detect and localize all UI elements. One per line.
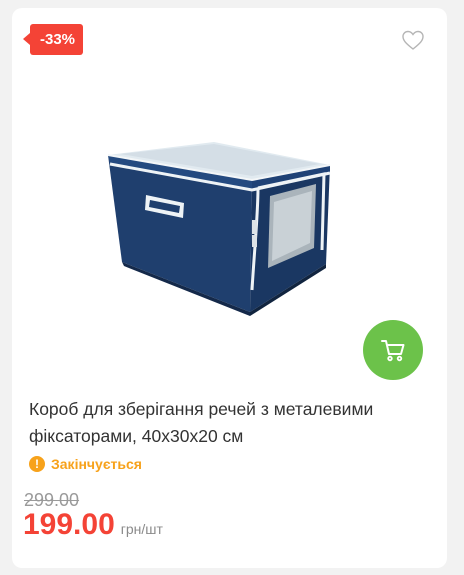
favorite-button[interactable]	[401, 28, 425, 52]
discount-badge: -33%	[22, 24, 84, 55]
add-to-cart-button[interactable]	[363, 320, 423, 380]
cart-icon	[381, 340, 405, 362]
current-price: 199.00	[23, 508, 115, 541]
price-row: 199.00 грн/шт	[23, 508, 163, 542]
exclamation-icon: !	[29, 456, 45, 472]
stock-status: ! Закінчується	[29, 456, 142, 472]
heart-outline-icon	[402, 30, 424, 50]
storage-box-image	[107, 142, 331, 316]
product-card[interactable]: -33% Короб для зберігання речей з метале…	[12, 8, 447, 568]
product-image[interactable]	[102, 140, 342, 320]
stock-status-text: Закінчується	[51, 456, 142, 472]
product-title[interactable]: Короб для зберігання речей з металевими …	[29, 396, 429, 450]
price-unit: грн/шт	[120, 521, 163, 537]
